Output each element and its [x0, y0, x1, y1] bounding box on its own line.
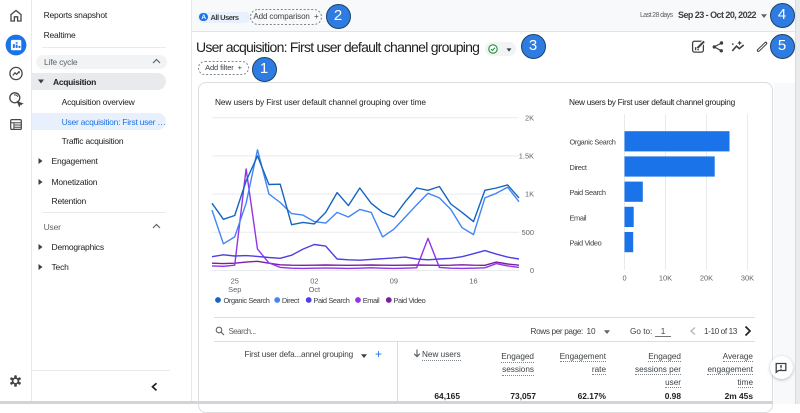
svg-text:2K: 2K [525, 113, 534, 122]
svg-text:Sep: Sep [228, 285, 241, 294]
svg-text:0: 0 [530, 266, 534, 275]
svg-text:1K: 1K [525, 190, 534, 199]
svg-text:Email: Email [363, 296, 380, 305]
svg-text:500: 500 [522, 228, 534, 237]
svg-text:Direct: Direct [570, 163, 587, 172]
svg-text:16: 16 [469, 277, 477, 286]
svg-text:Paid Search: Paid Search [313, 296, 349, 305]
svg-text:10K: 10K [659, 274, 672, 283]
svg-text:1.5K: 1.5K [519, 152, 534, 161]
svg-text:Paid Video: Paid Video [570, 239, 602, 248]
svg-text:Organic Search: Organic Search [224, 296, 270, 305]
svg-text:30K: 30K [741, 274, 754, 283]
svg-text:Email: Email [570, 213, 587, 222]
svg-text:Direct: Direct [282, 296, 299, 305]
svg-text:Organic Search: Organic Search [570, 138, 616, 147]
svg-text:09: 09 [390, 277, 398, 286]
svg-text:20K: 20K [700, 274, 713, 283]
svg-text:Paid Search: Paid Search [570, 188, 606, 197]
svg-text:Paid Video: Paid Video [394, 296, 426, 305]
svg-text:0: 0 [622, 274, 626, 283]
svg-text:Oct: Oct [309, 285, 321, 294]
